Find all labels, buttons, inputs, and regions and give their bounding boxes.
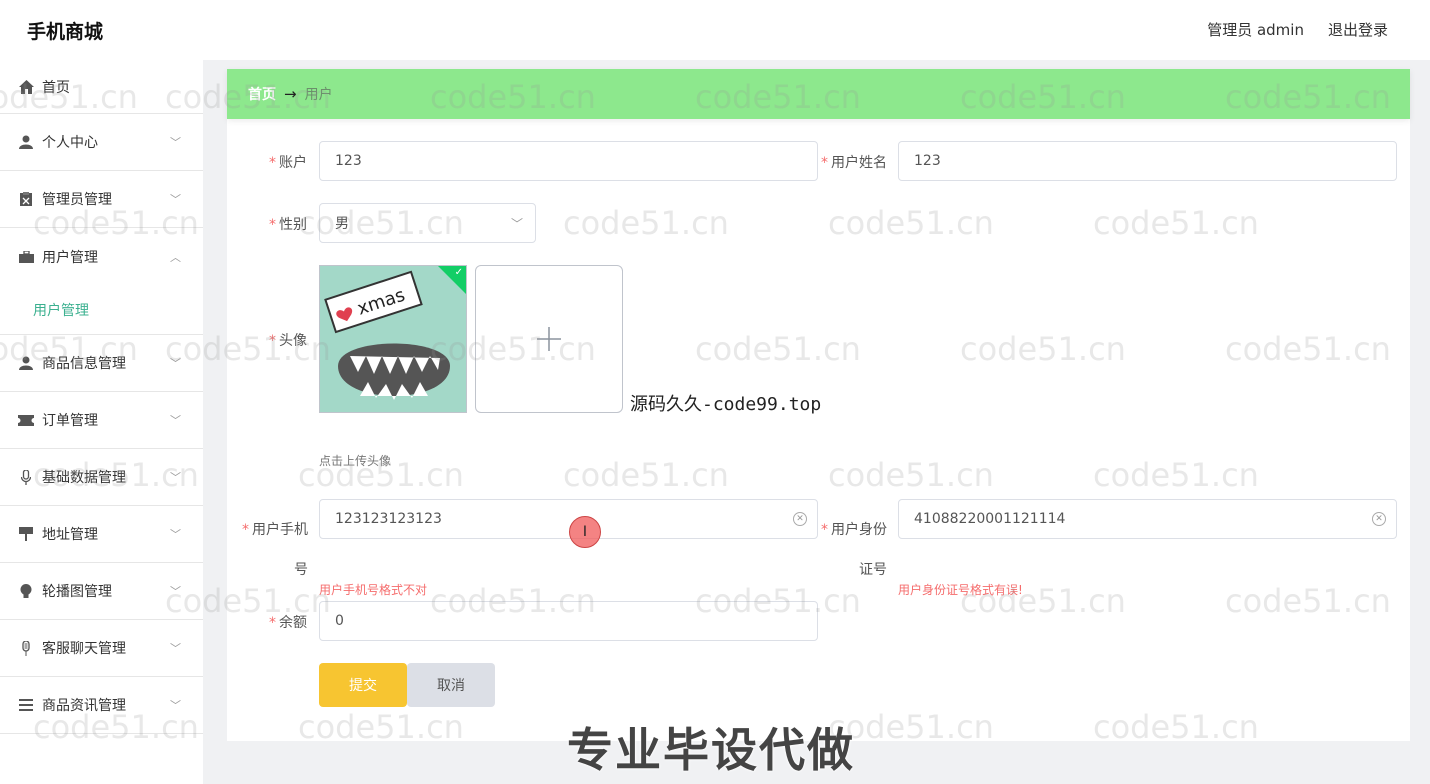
gender-label: * 性别 [269,217,307,233]
sidebar-item-label: 商品信息管理 [42,356,126,372]
briefcase-icon [18,249,34,265]
app-title: 手机商城 [27,21,104,43]
sidebar-item-label: 用户管理 [42,249,98,266]
chevron-up-icon: ︿ [170,250,181,264]
list-icon [18,697,34,713]
sidebar-item-label: 订单管理 [42,413,98,429]
breadcrumb-home-link[interactable]: 首页 [248,84,276,104]
avatar-preview[interactable]: xmas ✓ [319,265,467,413]
account-label: * 账户 [269,155,307,171]
top-right-actions: 管理员 admin 退出登录 [1207,19,1388,40]
chevron-down-icon: ﹀ [170,699,181,712]
chevron-down-icon: ﹀ [170,528,181,541]
chevron-down-icon: ﹀ [510,217,523,231]
mic-icon [18,640,34,656]
text-cursor-icon: I [582,524,588,540]
sidebar-item-base-data[interactable]: 基础数据管理 ﹀ [0,449,203,506]
plus-icon [537,327,561,351]
overlay-site-text: 源码久久-code99.top [630,394,822,415]
clear-icon[interactable]: ✕ [1372,512,1386,526]
chevron-down-icon: ﹀ [170,357,181,370]
sidebar: 首页 个人中心 ﹀ 管理员管理 ﹀ 用户管理 ︿ 用户管理 商品信息管理 ﹀ 订… [0,60,203,784]
sidebar-item-home[interactable]: 首页 [0,60,203,114]
sidebar-item-label: 地址管理 [42,527,98,543]
idcard-error: 用户身份证号格式有误! [898,583,1023,597]
chevron-down-icon: ﹀ [170,642,181,655]
idcard-label: * 用户身份 证号 [821,522,887,578]
sidebar-item-label: 基础数据管理 [42,470,126,486]
person-icon [18,355,34,371]
ticket-icon [18,412,34,428]
sidebar-item-goods-info[interactable]: 商品信息管理 ﹀ [0,335,203,392]
sidebar-item-service-chat[interactable]: 客服聊天管理 ﹀ [0,620,203,677]
balance-input[interactable]: 0 [319,601,818,641]
clipboard-icon [18,191,34,207]
phone-label: * 用户手机 号 [242,522,308,578]
sidebar-item-user-manage[interactable]: 用户管理 ︿ [0,228,203,285]
username-label: * 用户姓名 [821,155,887,171]
sidebar-item-goods-news[interactable]: 商品资讯管理 ﹀ [0,677,203,734]
admin-user-label[interactable]: 管理员 admin [1207,19,1304,40]
sidebar-item-label: 首页 [42,79,70,96]
home-icon [18,79,34,95]
sidebar-item-profile[interactable]: 个人中心 ﹀ [0,114,203,171]
user-icon [18,134,34,150]
chevron-down-icon: ﹀ [170,414,181,427]
sign-icon [18,526,34,542]
sidebar-item-address[interactable]: 地址管理 ﹀ [0,506,203,563]
cancel-button[interactable]: 取消 [407,663,495,707]
chevron-down-icon: ﹀ [170,136,181,149]
sidebar-item-label: 个人中心 [42,135,98,151]
avatar-label: * 头像 [269,333,307,349]
sidebar-subitem-user-manage[interactable]: 用户管理 [0,285,203,335]
sidebar-item-label: 轮播图管理 [42,584,112,600]
idcard-input[interactable]: 41088220001121114 ✕ [898,499,1397,539]
microphone-icon [18,469,34,485]
chevron-down-icon: ﹀ [170,585,181,598]
breadcrumb-current: 用户 [304,87,333,103]
sidebar-item-label: 客服聊天管理 [42,641,126,657]
sidebar-item-orders[interactable]: 订单管理 ﹀ [0,392,203,449]
breadcrumb: 首页 → 用户 [227,69,1410,119]
gender-select[interactable]: 男 ﹀ [319,203,536,243]
main-content: 首页 → 用户 * 账户 123 * 用户姓名 123 * 性别 男 ﹀ * 头像 xma… [227,69,1410,741]
mouse-cursor-indicator: I [569,516,601,548]
logout-button[interactable]: 退出登录 [1328,19,1388,40]
account-input[interactable]: 123 [319,141,818,181]
sidebar-item-label: 管理员管理 [42,192,112,208]
bulb-icon [18,583,34,599]
submit-button[interactable]: 提交 [319,663,407,707]
sidebar-item-label: 商品资讯管理 [42,698,126,714]
breadcrumb-arrow-icon: → [284,85,297,103]
avatar-upload-button[interactable] [475,265,623,413]
avatar-upload-tip: 点击上传头像 [319,454,392,468]
check-icon: ✓ [454,267,463,278]
balance-label: * 余额 [269,615,307,631]
sidebar-item-admin-manage[interactable]: 管理员管理 ﹀ [0,171,203,228]
chevron-down-icon: ﹀ [170,193,181,206]
top-bar: 手机商城 管理员 admin 退出登录 [0,0,1430,60]
chevron-down-icon: ﹀ [170,471,181,484]
phone-error: 用户手机号格式不对 [319,583,428,597]
username-input[interactable]: 123 [898,141,1397,181]
sidebar-item-carousel[interactable]: 轮播图管理 ﹀ [0,563,203,620]
clear-icon[interactable]: ✕ [793,512,807,526]
